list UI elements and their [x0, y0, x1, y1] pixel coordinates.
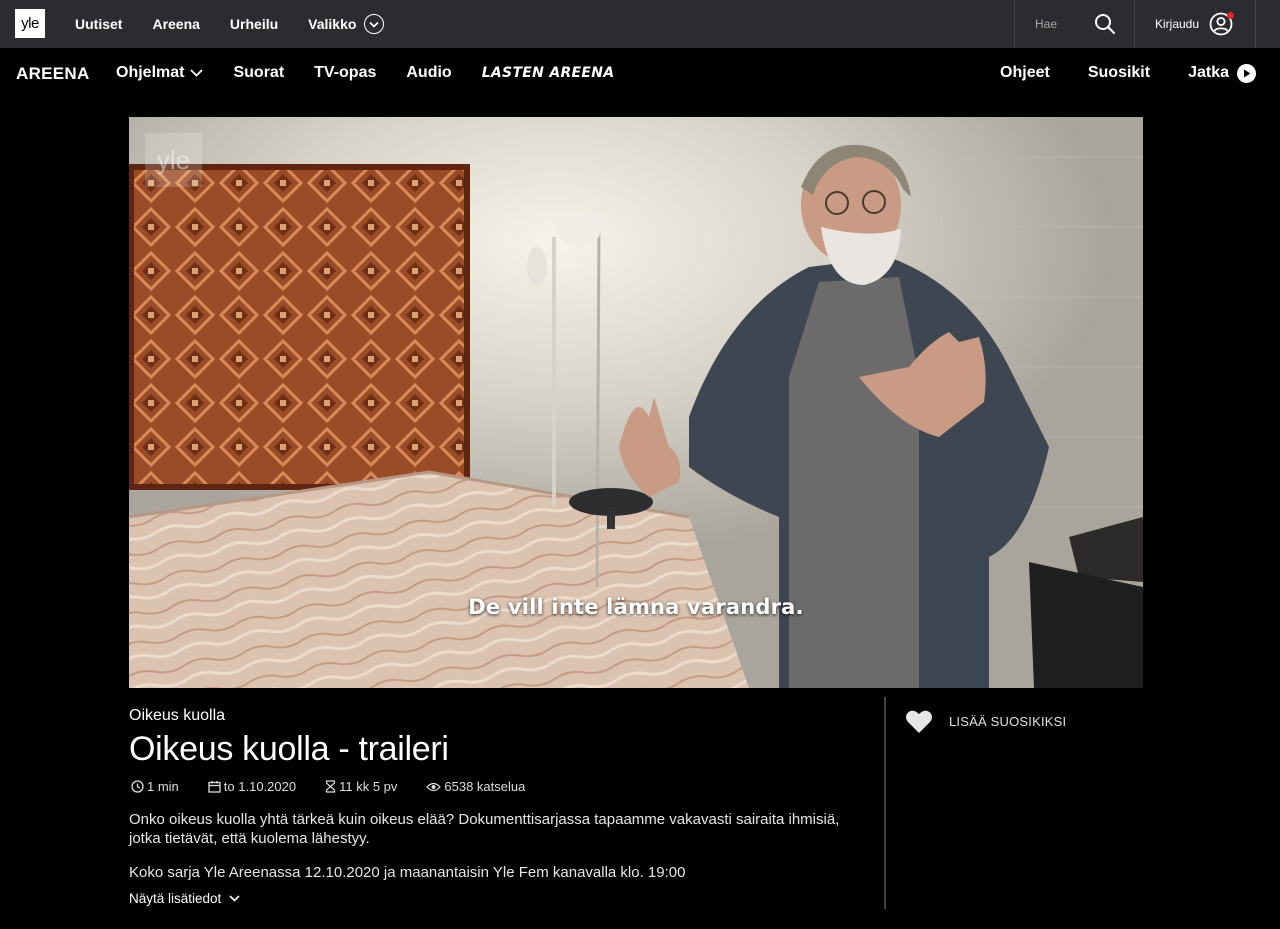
search-icon[interactable]: [1094, 13, 1116, 35]
menu-label: Valikko: [308, 16, 357, 32]
show-more-label: Näytä lisätiedot: [129, 891, 222, 906]
series-title[interactable]: Oikeus kuolla: [129, 707, 225, 725]
nav-jatka-label: Jatka: [1188, 64, 1229, 81]
areena-nav-right: Ohjeet Suosikit Jatka: [962, 48, 1256, 98]
chevron-down-icon: [229, 895, 240, 902]
yle-watermark: yle: [145, 133, 202, 187]
user-icon: [1209, 12, 1235, 36]
nav-audio[interactable]: Audio: [406, 64, 451, 82]
nav-suorat[interactable]: Suorat: [233, 64, 284, 82]
hourglass-icon: [325, 780, 336, 793]
view-count-value: 6538 katselua: [444, 779, 526, 794]
areena-nav-bar: AREENA Ohjelmat Suorat TV-opas Audio LAS…: [0, 48, 1280, 98]
nav-ohjelmat[interactable]: Ohjelmat: [116, 64, 204, 82]
nav-tv-opas[interactable]: TV-opas: [314, 64, 376, 82]
menu-button[interactable]: Valikko: [308, 14, 385, 34]
nav-uutiset[interactable]: Uutiset: [75, 16, 122, 32]
add-favorite-button[interactable]: LISÄÄ SUOSIKIKSI: [905, 709, 1066, 734]
chevron-down-icon: [190, 69, 204, 77]
availability: 11 kk 5 pv: [325, 779, 397, 794]
add-favorite-label: LISÄÄ SUOSIKIKSI: [949, 714, 1067, 729]
nav-ohjeet[interactable]: Ohjeet: [1000, 64, 1050, 82]
vertical-divider: [884, 697, 886, 909]
program-meta: 1 min to 1.10.2020 11 kk 5 pv 6538 katse…: [131, 779, 554, 794]
program-description-extra: Koko sarja Yle Areenassa 12.10.2020 ja m…: [129, 864, 686, 881]
program-description: Onko oikeus kuolla yhtä tärkeä kuin oike…: [129, 811, 840, 847]
heart-icon: [906, 710, 932, 733]
search-input[interactable]: [1035, 17, 1095, 31]
yle-top-nav: Uutiset Areena Urheilu Valikko: [75, 0, 414, 48]
nav-urheilu[interactable]: Urheilu: [230, 16, 278, 32]
publish-date: to 1.10.2020: [208, 779, 296, 794]
video-subtitle: De vill inte lämna varandra.: [468, 595, 804, 619]
duration-value: 1 min: [147, 779, 179, 794]
nav-ohjelmat-label: Ohjelmat: [116, 64, 185, 81]
duration: 1 min: [131, 779, 179, 794]
video-player[interactable]: yle De vill inte lämna varandra.: [129, 117, 1143, 688]
areena-nav: Ohjelmat Suorat TV-opas Audio LASTEN ARE…: [116, 48, 644, 98]
nav-lasten-areena[interactable]: LASTEN AREENA: [482, 65, 615, 81]
nav-areena[interactable]: Areena: [152, 16, 199, 32]
yle-logo[interactable]: yle: [15, 9, 45, 38]
login-button[interactable]: Kirjaudu: [1134, 0, 1256, 48]
show-more-button[interactable]: Näytä lisätiedot: [129, 891, 240, 906]
eye-icon: [426, 782, 442, 791]
publish-date-value: to 1.10.2020: [223, 779, 297, 794]
nav-suosikit[interactable]: Suosikit: [1088, 64, 1150, 82]
areena-logo[interactable]: AREENA: [16, 64, 90, 84]
search-box: [1014, 0, 1134, 48]
top-right-actions: Kirjaudu: [1014, 0, 1256, 48]
nav-jatka[interactable]: Jatka: [1188, 63, 1256, 83]
login-label: Kirjaudu: [1155, 17, 1200, 31]
episode-title: Oikeus kuolla - traileri: [129, 730, 449, 768]
availability-value: 11 kk 5 pv: [339, 779, 398, 794]
clock-icon: [131, 780, 144, 793]
notification-dot: [1227, 12, 1235, 19]
view-count: 6538 katselua: [426, 779, 525, 794]
yle-top-bar: yle Uutiset Areena Urheilu Valikko Kirja…: [0, 0, 1280, 48]
play-icon: [1237, 63, 1256, 83]
calendar-icon: [208, 781, 221, 793]
chevron-down-circle-icon: [364, 14, 385, 34]
